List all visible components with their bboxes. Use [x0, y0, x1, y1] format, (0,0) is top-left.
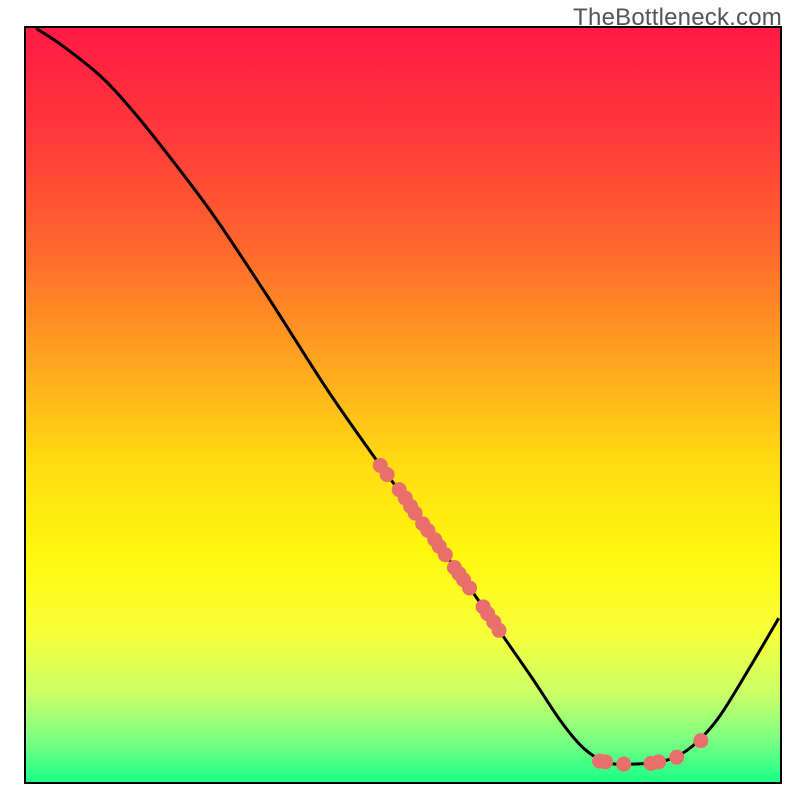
- scatter-point: [693, 733, 708, 748]
- chart-container: TheBottleneck.com: [0, 0, 800, 800]
- scatter-point: [669, 750, 684, 765]
- scatter-point: [380, 467, 395, 482]
- scatter-point: [598, 754, 613, 769]
- watermark-text: TheBottleneck.com: [573, 4, 782, 32]
- scatter-point: [492, 623, 507, 638]
- scatter-point: [462, 580, 477, 595]
- scatter-point: [616, 757, 631, 772]
- bottleneck-chart: [0, 0, 800, 800]
- scatter-point: [438, 547, 453, 562]
- gradient-background: [25, 27, 781, 783]
- scatter-point: [651, 754, 666, 769]
